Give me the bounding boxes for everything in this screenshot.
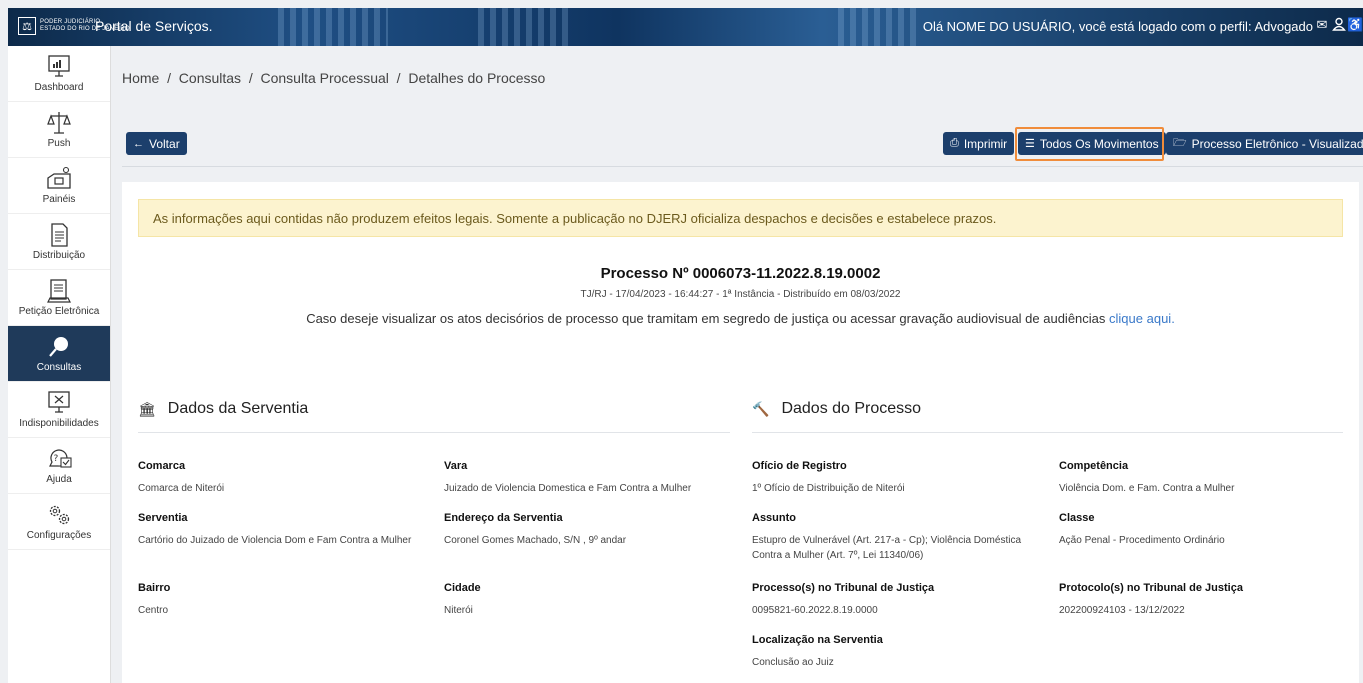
field-label: Bairro: [138, 582, 171, 594]
viewer-button-label: Processo Eletrônico - Visualizador: [1191, 136, 1363, 151]
petition-icon: [47, 279, 71, 303]
field-value: Estupro de Vulnerável (Art. 217-a - Cp);…: [752, 535, 1022, 561]
mail-icon[interactable]: ✉: [1314, 17, 1330, 33]
help-icon: ?: [49, 449, 72, 468]
field-value: Juizado de Violencia Domestica e Fam Con…: [444, 483, 692, 494]
field-value: Centro: [138, 605, 169, 616]
section-divider: [138, 432, 730, 433]
sidebar-item-push[interactable]: Push: [8, 102, 110, 158]
header-decoration: [478, 8, 568, 46]
field-value: Violência Dom. e Fam. Contra a Mulher: [1059, 483, 1235, 494]
folder-open-icon: 🗁: [1173, 137, 1187, 149]
accessibility-icon[interactable]: ♿: [1347, 17, 1363, 33]
header-decoration: [278, 8, 388, 46]
user-icon[interactable]: [1331, 17, 1347, 33]
process-details-card: As informações aqui contidas não produze…: [122, 182, 1359, 683]
field-value: Niterói: [444, 605, 473, 616]
divider: [122, 166, 1363, 167]
header-decoration: [838, 8, 918, 46]
field-value: Comarca de Niterói: [138, 483, 225, 494]
sidebar-item-label: Indisponibilidades: [19, 418, 99, 429]
scale-icon: [47, 112, 71, 134]
section-heading-processo: 🔨 Dados do Processo: [752, 400, 921, 418]
dashboard-icon: [48, 55, 70, 77]
section-title: Dados da Serventia: [167, 400, 309, 417]
field-label: Protocolo(s) no Tribunal de Justiça: [1059, 582, 1243, 594]
document-icon: [51, 223, 68, 247]
sidebar-item-label: Distribuição: [32, 250, 86, 261]
field-label: Classe: [1059, 512, 1095, 524]
process-subtitle: TJ/RJ - 17/04/2023 - 16:44:27 - 1ª Instâ…: [580, 289, 901, 300]
sidebar-item-consultas[interactable]: Consultas: [8, 326, 110, 382]
sidebar-item-label: Dashboard: [34, 82, 84, 93]
sidebar-item-indisponibilidades[interactable]: Indisponibilidades: [8, 382, 110, 438]
field-label: Assunto: [752, 512, 796, 524]
sidebar-item-configuracoes[interactable]: Configurações: [8, 494, 110, 550]
legal-notice-alert: As informações aqui contidas não produze…: [138, 199, 1343, 237]
field-value: Cartório do Juizado de Violencia Dom e F…: [138, 535, 412, 546]
sidebar-item-label: Consultas: [36, 362, 82, 373]
process-note-text: Caso deseje visualizar os atos decisório…: [306, 311, 1106, 326]
field-value: 202200924103 - 13/12/2022: [1059, 605, 1185, 616]
sidebar-item-label: Ajuda: [46, 474, 72, 485]
process-title: Processo Nº 0006073-11.2022.8.19.0002: [600, 265, 881, 282]
sidebar-item-label: Painéis: [42, 194, 76, 205]
process-note: Caso deseje visualizar os atos decisório…: [122, 311, 1359, 326]
tribunal-process-link[interactable]: 0095821-60.2022.8.19.0000: [752, 603, 878, 618]
field-label: Comarca: [138, 460, 186, 472]
highlight-box: [1015, 127, 1164, 161]
bank-icon: 🏛: [138, 400, 156, 417]
back-button-label: Voltar: [149, 136, 180, 151]
sidebar-item-label: Petição Eletrônica: [18, 306, 100, 317]
field-label: Ofício de Registro: [752, 460, 847, 472]
panels-icon: [47, 166, 71, 189]
sidebar-item-peticao[interactable]: Petição Eletrônica: [8, 270, 110, 326]
top-bar: ⚖ PODER JUDICIÁRIO ESTADO DO RIO DE JANE…: [8, 8, 1363, 46]
search-icon: [49, 337, 68, 357]
field-label: Vara: [444, 460, 468, 472]
logo-icon: ⚖: [18, 17, 36, 35]
print-button-label: Imprimir: [963, 136, 1008, 151]
section-title: Dados do Processo: [781, 400, 922, 417]
electronic-viewer-button[interactable]: 🗁 Processo Eletrônico - Visualizador: [1166, 132, 1363, 155]
field-label: Localização na Serventia: [752, 634, 883, 646]
field-value: 1º Ofício de Distribuição de Niterói: [752, 483, 905, 494]
field-label: Processo(s) no Tribunal de Justiça: [752, 582, 935, 594]
sidebar-item-dashboard[interactable]: Dashboard: [8, 46, 110, 102]
breadcrumb[interactable]: Home / Consultas / Consulta Processual /…: [122, 70, 545, 86]
sidebar-item-label: Push: [47, 138, 71, 149]
sidebar-item-ajuda[interactable]: ? Ajuda: [8, 438, 110, 494]
unavailable-icon: [48, 391, 70, 413]
field-label: Competência: [1059, 460, 1129, 472]
back-button[interactable]: ← Voltar: [126, 132, 187, 155]
sidebar-item-label: Configurações: [26, 530, 92, 541]
gavel-icon: 🔨: [752, 400, 770, 417]
field-value: Ação Penal - Procedimento Ordinário: [1059, 535, 1225, 546]
field-label: Serventia: [138, 512, 188, 524]
field-value: Coronel Gomes Machado, S/N , 9º andar: [444, 535, 627, 546]
sidebar-item-distribuicao[interactable]: Distribuição: [8, 214, 110, 270]
user-greeting: Olá NOME DO USUÁRIO, você está logado co…: [922, 19, 1313, 34]
app-title[interactable]: Portal de Serviços.: [95, 18, 213, 34]
arrow-left-icon: ←: [133, 137, 144, 150]
sidebar-item-paineis[interactable]: Painéis: [8, 158, 110, 214]
printer-icon: ⎙: [950, 137, 959, 149]
field-value: Conclusão ao Juiz: [752, 657, 834, 668]
svg-text:?: ?: [54, 454, 59, 464]
field-label: Cidade: [444, 582, 481, 594]
click-here-link[interactable]: clique aqui.: [1109, 311, 1175, 326]
sidebar: Dashboard Push Painéis Distribuição Peti…: [8, 46, 111, 683]
settings-icon: [49, 505, 70, 525]
print-button[interactable]: ⎙ Imprimir: [943, 132, 1015, 155]
field-label: Endereço da Serventia: [444, 512, 563, 524]
section-divider: [752, 432, 1343, 433]
section-heading-serventia: 🏛 Dados da Serventia: [138, 400, 308, 418]
